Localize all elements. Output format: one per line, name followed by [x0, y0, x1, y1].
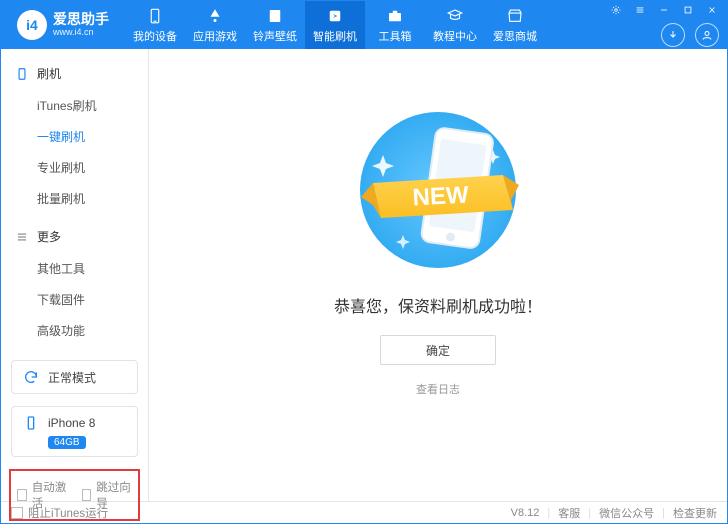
nav-toolbox[interactable]: 工具箱: [365, 1, 425, 49]
nav-label: 工具箱: [379, 28, 412, 44]
success-headline: 恭喜您，保资料刷机成功啦！: [334, 293, 542, 317]
sidebar-item-download-firmware[interactable]: 下载固件: [1, 284, 148, 315]
nav-my-device[interactable]: 我的设备: [125, 1, 185, 49]
sidebar-item-itunes-flash[interactable]: iTunes刷机: [1, 90, 148, 121]
sidebar-item-other-tools[interactable]: 其他工具: [1, 253, 148, 284]
checkbox-icon: [11, 507, 23, 519]
nav-store[interactable]: 爱思商城: [485, 1, 545, 49]
success-illustration: NEW: [333, 105, 543, 275]
block-itunes-checkbox[interactable]: 阻止iTunes运行: [11, 505, 108, 521]
device-card[interactable]: iPhone 8 64GB: [11, 406, 138, 457]
maximize-icon[interactable]: [681, 3, 695, 17]
logo-badge-icon: i4: [17, 10, 47, 40]
nav-label: 智能刷机: [313, 28, 357, 44]
flash-icon: [326, 7, 344, 25]
checkbox-label: 阻止iTunes运行: [28, 505, 108, 521]
version-label: V8.12: [511, 507, 540, 519]
nav-apps-games[interactable]: 应用游戏: [185, 1, 245, 49]
title-bar: i4 爱思助手 www.i4.cn 我的设备 应用游戏 铃声壁纸 智能刷机 工具…: [1, 1, 727, 49]
menu-icon[interactable]: [633, 3, 647, 17]
sidebar-item-advanced[interactable]: 高级功能: [1, 315, 148, 346]
download-button[interactable]: [661, 23, 685, 47]
app-logo: i4 爱思助手 www.i4.cn: [9, 10, 117, 40]
minimize-icon[interactable]: [657, 3, 671, 17]
nav-label: 铃声壁纸: [253, 28, 297, 44]
refresh-icon: [22, 368, 40, 386]
mode-label: 正常模式: [48, 369, 96, 386]
toolbox-icon: [386, 7, 404, 25]
phone-outline-icon: [15, 67, 29, 81]
tutorial-icon: [446, 7, 464, 25]
mode-card[interactable]: 正常模式: [11, 360, 138, 394]
sidebar-group-flash[interactable]: 刷机: [1, 59, 148, 88]
checkbox-icon: [17, 489, 27, 501]
new-badge-text: NEW: [412, 182, 470, 212]
sidebar-list-more: 其他工具 下载固件 高级功能: [1, 253, 148, 346]
app-subtitle: www.i4.cn: [53, 28, 109, 38]
sidebar-group-label: 更多: [37, 228, 61, 245]
nav-label: 爱思商城: [493, 28, 537, 44]
top-nav: 我的设备 应用游戏 铃声壁纸 智能刷机 工具箱 教程中心 爱思商城: [125, 1, 545, 49]
nav-label: 我的设备: [133, 28, 177, 44]
sidebar-item-oneclick-flash[interactable]: 一键刷机: [1, 121, 148, 152]
wechat-link[interactable]: 微信公众号: [599, 505, 654, 521]
settings-icon[interactable]: [609, 3, 623, 17]
main-content: NEW 恭喜您，保资料刷机成功啦！ 确定 查看日志: [149, 49, 727, 501]
check-update-link[interactable]: 检查更新: [673, 505, 717, 521]
titlebar-right: [609, 3, 719, 47]
nav-label: 教程中心: [433, 28, 477, 44]
sidebar-item-batch-flash[interactable]: 批量刷机: [1, 183, 148, 214]
support-link[interactable]: 客服: [558, 505, 580, 521]
ok-button[interactable]: 确定: [380, 335, 496, 365]
user-button[interactable]: [695, 23, 719, 47]
sidebar: 刷机 iTunes刷机 一键刷机 专业刷机 批量刷机 更多 其他工具 下载固件 …: [1, 49, 149, 501]
nav-tutorials[interactable]: 教程中心: [425, 1, 485, 49]
app-title: 爱思助手: [53, 12, 109, 27]
phone-icon: [146, 7, 164, 25]
apps-icon: [206, 7, 224, 25]
view-log-link[interactable]: 查看日志: [416, 381, 460, 397]
device-name: iPhone 8: [48, 416, 95, 430]
nav-ringtones-wallpapers[interactable]: 铃声壁纸: [245, 1, 305, 49]
nav-smart-flash[interactable]: 智能刷机: [305, 1, 365, 49]
close-icon[interactable]: [705, 3, 719, 17]
sidebar-group-label: 刷机: [37, 65, 61, 82]
list-icon: [15, 230, 29, 244]
body: 刷机 iTunes刷机 一键刷机 专业刷机 批量刷机 更多 其他工具 下载固件 …: [1, 49, 727, 501]
nav-label: 应用游戏: [193, 28, 237, 44]
sidebar-group-more[interactable]: 更多: [1, 222, 148, 251]
checkbox-icon: [82, 489, 92, 501]
device-icon: [22, 414, 40, 432]
sidebar-item-pro-flash[interactable]: 专业刷机: [1, 152, 148, 183]
storage-badge: 64GB: [48, 436, 86, 449]
wallpaper-icon: [266, 7, 284, 25]
store-icon: [506, 7, 524, 25]
sidebar-list-flash: iTunes刷机 一键刷机 专业刷机 批量刷机: [1, 90, 148, 214]
